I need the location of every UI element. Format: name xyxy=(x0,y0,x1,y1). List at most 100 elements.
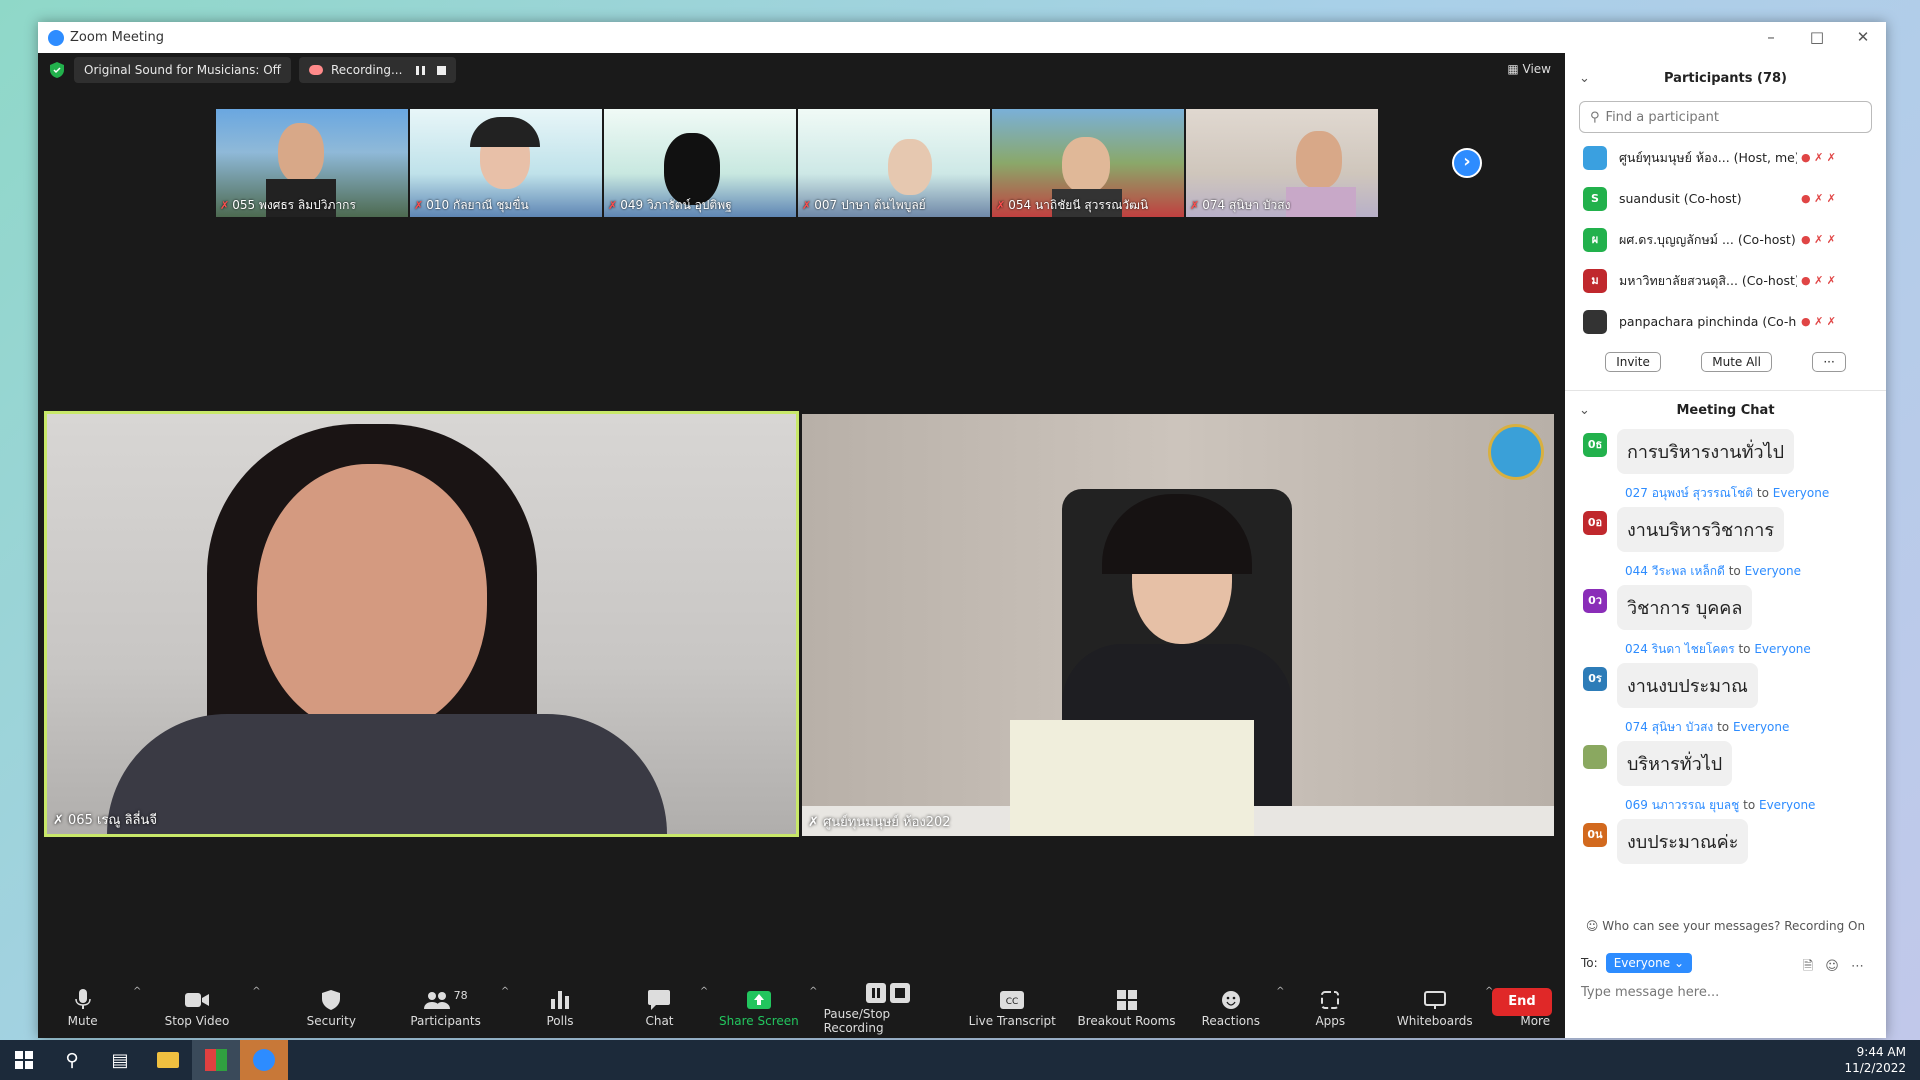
message-sender: 069 นภาวรรณ ยุบลชู to Everyone xyxy=(1625,796,1886,815)
smiley-reaction-icon xyxy=(1221,991,1240,1009)
video-tile[interactable]: ✗ ศูนย์ทุนมนุษย์ ห้อง202 xyxy=(802,414,1554,836)
whiteboards-label: Whiteboards xyxy=(1396,1014,1473,1028)
reactions-label: Reactions xyxy=(1201,1014,1260,1028)
mute-button[interactable]: Mute ^ xyxy=(38,976,142,1038)
share-screen-button[interactable]: Share Screen ^ xyxy=(714,976,818,1038)
reactions-button[interactable]: Reactions ^ xyxy=(1191,976,1285,1038)
participant-row[interactable]: ม มหาวิทยาลัยสวนดุสิ... (Co-host) ● ✗ ✗ xyxy=(1565,260,1886,301)
original-sound-label: Original Sound for Musicians: Off xyxy=(84,63,281,77)
to-word: to xyxy=(1717,720,1730,734)
apps-button[interactable]: Apps xyxy=(1301,976,1361,1038)
minimize-button[interactable]: – xyxy=(1748,22,1794,53)
search-taskbar-icon[interactable]: ⚲ xyxy=(48,1040,96,1080)
participant-name: ศูนย์ทุนมนุษย์ ห้อง... (Host, me) xyxy=(1619,149,1797,165)
message-sender: 044 วีระพล เหล็กดี to Everyone xyxy=(1625,562,1886,581)
participant-row[interactable]: panpachara pinchinda (Co-host) ● ✗ ✗ xyxy=(1565,301,1886,342)
participant-row[interactable]: ผ ผศ.ดร.บุญญลักษม์ ... (Co-host) ● ✗ ✗ xyxy=(1565,219,1886,260)
more-options-icon[interactable]: ⋯ xyxy=(1851,959,1864,974)
system-clock[interactable]: 9:44 AM 11/2/2022 xyxy=(1844,1044,1906,1076)
task-view-icon[interactable]: ▤ xyxy=(96,1040,144,1080)
pause-recording-icon[interactable] xyxy=(416,65,426,75)
video-options-chevron-icon[interactable]: ^ xyxy=(252,986,260,997)
cloud-recording-icon xyxy=(308,65,323,75)
stop-recording-icon[interactable] xyxy=(437,65,447,75)
share-options-chevron-icon[interactable]: ^ xyxy=(809,986,817,997)
meeting-top-bar: Original Sound for Musicians: Off Record… xyxy=(38,53,1565,87)
end-meeting-button[interactable]: End xyxy=(1492,988,1552,1016)
participants-more-button[interactable]: ··· xyxy=(1812,352,1846,372)
zoom-taskbar-icon[interactable] xyxy=(240,1040,288,1080)
gallery-strip: ✗ 055 พงศธร ลิมปวิภากร ✗ 010 กัลยาณี ชุมขื… xyxy=(216,109,1380,217)
message-input[interactable]: Type message here... xyxy=(1581,985,1719,1000)
message-visibility-notice[interactable]: ☺ Who can see your messages? Recording O… xyxy=(1565,919,1886,933)
close-button[interactable]: ✕ xyxy=(1840,22,1886,53)
invite-button[interactable]: Invite xyxy=(1605,352,1661,372)
share-screen-arrow-icon xyxy=(746,991,771,1009)
participant-thumbnail[interactable]: ✗ 055 พงศธร ลิมปวิภากร xyxy=(216,109,408,217)
recipient-row: To: Everyone ⌄ xyxy=(1581,953,1692,973)
participant-thumbnail[interactable]: ✗ 010 กัลยาณี ชุมขื่น xyxy=(410,109,602,217)
emoji-icon[interactable]: ☺ xyxy=(1825,959,1839,974)
stop-video-button[interactable]: Stop Video ^ xyxy=(147,976,261,1038)
file-explorer-icon[interactable] xyxy=(144,1040,192,1080)
message-sender: 024 รินดา ไชยโคตร to Everyone xyxy=(1625,640,1886,659)
more-label: More xyxy=(1520,1014,1551,1028)
reactions-options-chevron-icon[interactable]: ^ xyxy=(1276,986,1284,997)
search-icon: ⚲ xyxy=(1590,109,1600,125)
collapse-chevron-icon[interactable]: ⌄ xyxy=(1579,61,1590,97)
participant-row[interactable]: ศูนย์ทุนมนุษย์ ห้อง... (Host, me) ● ✗ ✗ xyxy=(1565,137,1886,178)
participants-options-chevron-icon[interactable]: ^ xyxy=(501,986,509,997)
live-transcript-button[interactable]: CC Live Transcript xyxy=(963,976,1062,1038)
maximize-button[interactable]: □ xyxy=(1794,22,1840,53)
avatar: ม xyxy=(1583,268,1607,293)
participant-search-input[interactable]: ⚲ Find a participant xyxy=(1579,101,1872,133)
chat-options-chevron-icon[interactable]: ^ xyxy=(700,986,708,997)
message-sender: 074 สุนิษา บัวสง to Everyone xyxy=(1625,718,1886,737)
view-button[interactable]: ▦ View xyxy=(1507,62,1551,76)
breakout-rooms-button[interactable]: Breakout Rooms xyxy=(1072,976,1181,1038)
search-placeholder: Find a participant xyxy=(1605,109,1719,125)
original-sound-toggle[interactable]: Original Sound for Musicians: Off xyxy=(74,57,291,83)
message-text: งานบริหารวิชาการ xyxy=(1617,507,1785,552)
chat-message[interactable]: 024 รินดา ไชยโคตร to Everyone 0ร งานงบประม… xyxy=(1565,640,1886,708)
recipient-name: Everyone xyxy=(1754,642,1811,656)
collapse-chevron-icon[interactable]: ⌄ xyxy=(1579,393,1590,429)
active-speaker-tile[interactable]: ✗ 065 เรณู ลิลี่นจี xyxy=(44,411,799,837)
participant-thumbnail[interactable]: ✗ 054 นาถิชัยนี สุวรรณวัฒนิ xyxy=(992,109,1184,217)
mute-options-chevron-icon[interactable]: ^ xyxy=(133,986,141,997)
encryption-shield-icon[interactable] xyxy=(50,62,64,78)
message-text: งบประมาณค่ะ xyxy=(1617,819,1749,864)
muted-mic-icon: ✗ xyxy=(608,199,618,212)
chat-message[interactable]: 069 นภาวรรณ ยุบลชู to Everyone 0น งบประมาณ… xyxy=(1565,796,1886,864)
chat-message[interactable]: 0ธ การบริหารงานทั่วไป xyxy=(1565,429,1886,474)
participant-thumbnail[interactable]: ✗ 049 วิภารัตน์ อุปติพฐ xyxy=(604,109,796,217)
avatar xyxy=(1583,745,1607,769)
chat-message[interactable]: 074 สุนิษา บัวสง to Everyone บริหารทั่วไป xyxy=(1565,718,1886,786)
polls-button[interactable]: Polls xyxy=(525,976,594,1038)
file-icon[interactable]: 🗎 xyxy=(1803,959,1813,974)
windows-logo-icon xyxy=(15,1051,33,1069)
start-button[interactable] xyxy=(0,1040,48,1080)
recipient-select[interactable]: Everyone ⌄ xyxy=(1605,953,1692,973)
participants-button[interactable]: 78 Participants ^ xyxy=(396,976,509,1038)
svg-text:CC: CC xyxy=(1006,997,1019,1007)
chat-button[interactable]: Chat ^ xyxy=(625,976,708,1038)
chat-message[interactable]: 027 อนุพงษ์ สุวรรณโชติ to Everyone 0อ งานบ… xyxy=(1565,484,1886,552)
breakout-rooms-label: Breakout Rooms xyxy=(1077,1014,1176,1028)
app-tiles-icon[interactable] xyxy=(192,1040,240,1080)
chat-message[interactable]: 044 วีระพล เหล็กดี to Everyone 0ว วิชาการ … xyxy=(1565,562,1886,630)
next-page-arrow-icon[interactable]: › xyxy=(1452,148,1482,178)
participants-title: Participants (78) xyxy=(1664,71,1787,86)
meeting-toolbar: Mute ^ Stop Video ^ Security 78 Particip… xyxy=(38,976,1565,1038)
security-button[interactable]: Security xyxy=(287,976,376,1038)
whiteboards-button[interactable]: Whiteboards ^ xyxy=(1390,976,1494,1038)
thumbnail-name: 074 สุนิษา บัวสง xyxy=(1202,198,1291,212)
pause-stop-recording-button[interactable]: Pause/Stop Recording xyxy=(824,976,953,1038)
participant-thumbnail[interactable]: ✗ 074 สุนิษา บัวสง xyxy=(1186,109,1378,217)
avatar xyxy=(1583,145,1607,170)
chat-title: Meeting Chat xyxy=(1676,403,1775,418)
mute-all-button[interactable]: Mute All xyxy=(1701,352,1772,372)
participant-row[interactable]: Ssuandusit (Co-host) ● ✗ ✗ xyxy=(1565,178,1886,219)
recording-label: Recording... xyxy=(330,63,403,77)
participant-thumbnail[interactable]: ✗ 007 ปาษา ต้นไพบูลย์ xyxy=(798,109,990,217)
